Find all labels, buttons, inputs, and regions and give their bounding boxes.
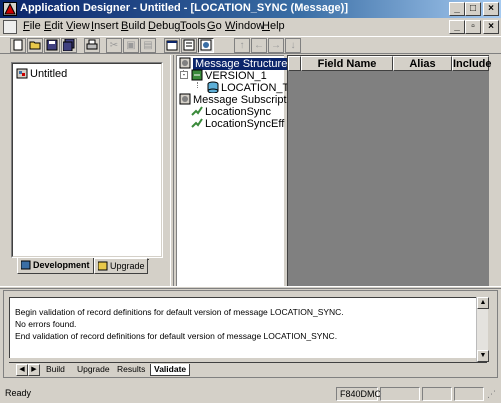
- workspace-splitter[interactable]: [170, 55, 174, 286]
- mdi-document-icon[interactable]: [3, 20, 17, 34]
- menu-go[interactable]: Go: [205, 20, 224, 34]
- window-title: Application Designer - Untitled - [LOCAT…: [20, 2, 348, 14]
- tree-connector: [197, 82, 198, 88]
- size-grip-icon[interactable]: ⋰: [487, 389, 499, 401]
- open-icon[interactable]: [27, 38, 43, 53]
- status-field-empty: [454, 387, 484, 401]
- copy-icon[interactable]: ▣: [123, 38, 139, 53]
- output-tab-results[interactable]: Results: [117, 364, 145, 376]
- status-text: Ready: [5, 388, 32, 398]
- subscriptions-icon: [179, 93, 191, 105]
- print-icon[interactable]: [84, 38, 100, 53]
- menu-build[interactable]: Build: [119, 20, 147, 34]
- output-tab-build-label: Build: [46, 364, 65, 374]
- mdi-restore-button[interactable]: ▫: [465, 20, 481, 34]
- grid-corner: [288, 56, 301, 71]
- tree-label-locationsynceff: LocationSyncEff: [205, 118, 285, 130]
- output-text[interactable]: Begin validation of record definitions f…: [9, 297, 487, 358]
- project-icon: [16, 67, 28, 79]
- message-structure-tree[interactable]: Message Structure - VERSION_1 LOCATION_T…: [176, 55, 307, 286]
- project-tree[interactable]: Untitled: [12, 63, 162, 257]
- output-tab-validate-label: Validate: [154, 364, 187, 374]
- menu-help[interactable]: Help: [260, 20, 287, 34]
- output-tab-upgrade[interactable]: Upgrade: [77, 364, 110, 376]
- title-bar[interactable]: Application Designer - Untitled - [LOCAT…: [0, 0, 501, 18]
- output-vertical-scrollbar[interactable]: ▲ ▼: [476, 297, 489, 362]
- record-icon: [207, 81, 219, 94]
- tab-scroll-left-icon[interactable]: ◀: [16, 364, 28, 376]
- status-field-empty: [422, 387, 452, 401]
- tab-development[interactable]: Development: [17, 258, 94, 274]
- maximize-button[interactable]: □: [465, 2, 481, 16]
- field-grid[interactable]: Field Name Alias Include: [287, 55, 492, 286]
- output-tab-build[interactable]: Build: [46, 364, 65, 376]
- save-icon[interactable]: [44, 38, 60, 53]
- tree-item-untitled[interactable]: Untitled: [16, 67, 158, 81]
- project-workspace: Untitled: [11, 62, 163, 258]
- output-tab-upgrade-label: Upgrade: [77, 364, 110, 374]
- menu-tools[interactable]: Tools: [178, 20, 208, 34]
- version-icon: [191, 69, 203, 81]
- menu-view[interactable]: View: [64, 20, 92, 34]
- app-designer-icon[interactable]: [3, 2, 17, 16]
- move-left-icon[interactable]: ←: [251, 38, 267, 53]
- column-header-alias[interactable]: Alias: [393, 56, 452, 71]
- tree-item-locationsynceff[interactable]: LocationSyncEff: [191, 117, 284, 131]
- minimize-button[interactable]: _: [449, 2, 465, 16]
- project-root-label: Untitled: [30, 68, 68, 80]
- menu-bar: File Edit View Insert Build Debug Tools …: [0, 18, 501, 36]
- output-tab-validate[interactable]: Validate: [150, 364, 191, 376]
- column-header-include[interactable]: Include: [452, 56, 492, 71]
- move-right-icon[interactable]: →: [268, 38, 284, 53]
- close-button[interactable]: ×: [483, 2, 499, 16]
- scroll-down-arrow-icon[interactable]: ▼: [477, 350, 489, 362]
- tab-upgrade[interactable]: Upgrade: [94, 258, 148, 274]
- column-header-field-name[interactable]: Field Name: [301, 56, 393, 71]
- output-splitter[interactable]: [0, 286, 501, 289]
- status-bar: Ready F840DMO ⋰: [0, 385, 501, 403]
- output-line: Begin validation of record definitions f…: [15, 307, 344, 317]
- properties-icon[interactable]: [181, 38, 197, 53]
- cut-icon[interactable]: ✂: [106, 38, 122, 53]
- menu-file[interactable]: File: [21, 20, 43, 34]
- mdi-minimize-button[interactable]: _: [449, 20, 465, 34]
- collapse-toggle[interactable]: -: [180, 71, 188, 79]
- status-field-empty: [380, 387, 420, 401]
- tab-scroll-right-icon[interactable]: ▶: [28, 364, 40, 376]
- subscription-icon: [191, 105, 203, 117]
- move-down-icon[interactable]: ↓: [285, 38, 301, 53]
- insert-definition-icon[interactable]: [198, 38, 214, 53]
- output-line: End validation of record definitions for…: [15, 331, 338, 341]
- tab-development-label: Development: [33, 260, 90, 270]
- message-structure-icon: [179, 57, 191, 69]
- status-database: F840DMO: [336, 387, 382, 401]
- new-icon[interactable]: [10, 38, 26, 53]
- scroll-up-arrow-icon[interactable]: ▲: [477, 297, 489, 309]
- upgrade-tab-icon: [97, 261, 108, 271]
- subscription-icon: [191, 117, 203, 129]
- toolbar: ✂ ▣ ▤ ↑ ← → ↓: [0, 36, 501, 54]
- paste-icon[interactable]: ▤: [140, 38, 156, 53]
- output-line: No errors found.: [15, 319, 77, 329]
- mdi-close-button[interactable]: ×: [483, 20, 499, 34]
- output-tab-results-label: Results: [117, 364, 146, 374]
- menu-debug[interactable]: Debug: [146, 20, 182, 34]
- output-tab-divider: [9, 362, 487, 363]
- development-tab-icon: [20, 260, 31, 270]
- move-up-icon[interactable]: ↑: [234, 38, 250, 53]
- project-workspace-icon[interactable]: [164, 38, 180, 53]
- menu-insert[interactable]: Insert: [89, 20, 121, 34]
- menu-edit[interactable]: Edit: [42, 20, 65, 34]
- save-all-icon[interactable]: [61, 38, 77, 53]
- tab-upgrade-label: Upgrade: [110, 261, 145, 271]
